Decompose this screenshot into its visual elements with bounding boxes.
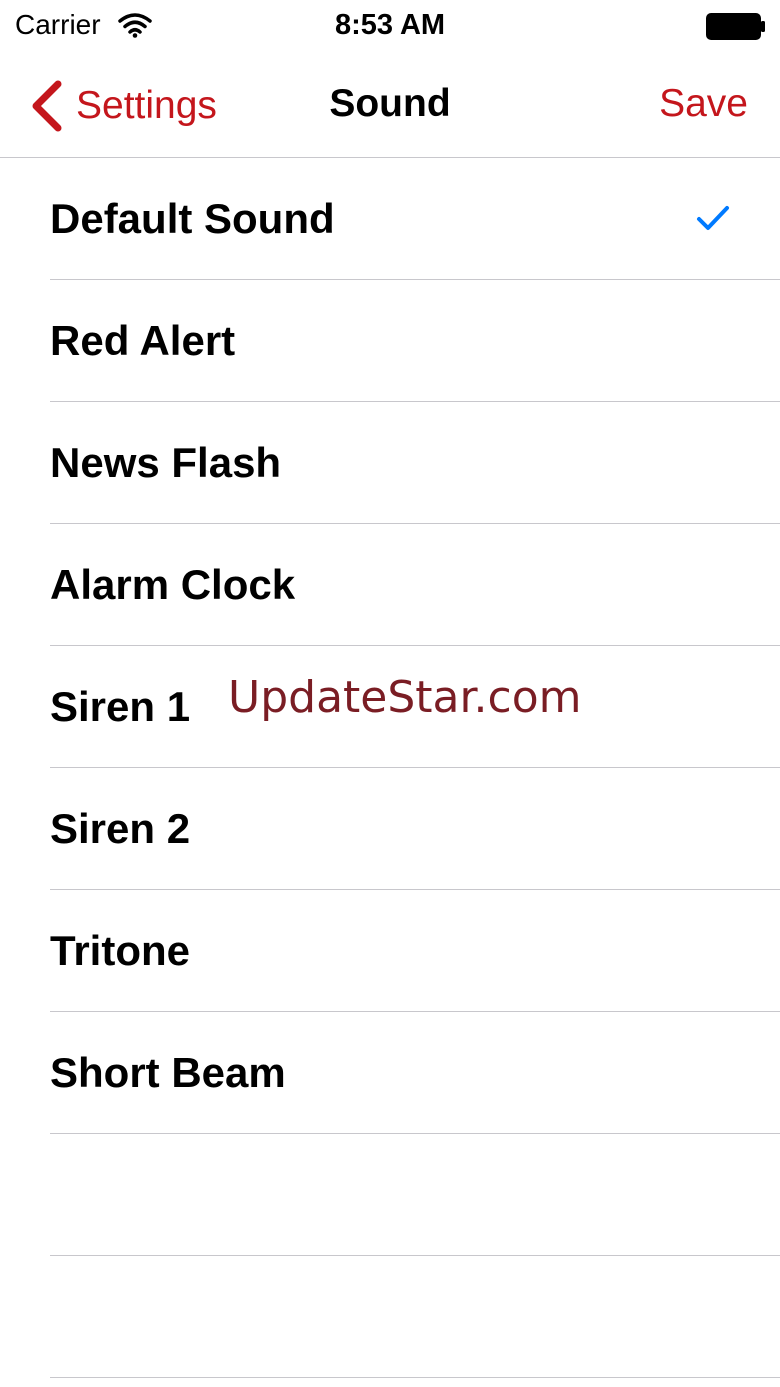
save-button[interactable]: Save <box>659 82 748 126</box>
navigation-bar: Settings Sound Save <box>0 56 780 158</box>
list-item-label: Tritone <box>50 927 191 974</box>
sound-list: Default Sound Red Alert News Flash Alarm… <box>0 158 780 1378</box>
list-item-default-sound[interactable]: Default Sound <box>0 158 780 280</box>
sound-settings-screen: Carrier 8:53 AM Settings Sound Save Defa… <box>0 0 780 1387</box>
list-item-label: News Flash <box>50 439 282 486</box>
list-item-label: Siren 1 <box>50 683 191 730</box>
list-item-label: Short Beam <box>50 1049 286 1096</box>
status-bar: Carrier 8:53 AM <box>0 0 780 56</box>
list-item-tritone[interactable]: Tritone <box>0 890 780 1012</box>
list-item-label: Default Sound <box>50 195 335 242</box>
list-item-short-beam[interactable]: Short Beam <box>0 1012 780 1134</box>
battery-icon <box>706 13 765 40</box>
empty-row <box>0 1256 780 1378</box>
list-item-label: Siren 2 <box>50 805 191 852</box>
list-item-red-alert[interactable]: Red Alert <box>0 280 780 402</box>
list-item-label: Red Alert <box>50 317 236 364</box>
empty-row <box>0 1134 780 1256</box>
list-item-alarm-clock[interactable]: Alarm Clock <box>0 524 780 646</box>
list-item-news-flash[interactable]: News Flash <box>0 402 780 524</box>
list-item-siren-2[interactable]: Siren 2 <box>0 768 780 890</box>
list-item-label: Alarm Clock <box>50 561 296 608</box>
status-time: 8:53 AM <box>334 9 446 41</box>
checkmark-icon <box>697 206 729 230</box>
watermark: UpdateStar.com <box>228 672 582 723</box>
